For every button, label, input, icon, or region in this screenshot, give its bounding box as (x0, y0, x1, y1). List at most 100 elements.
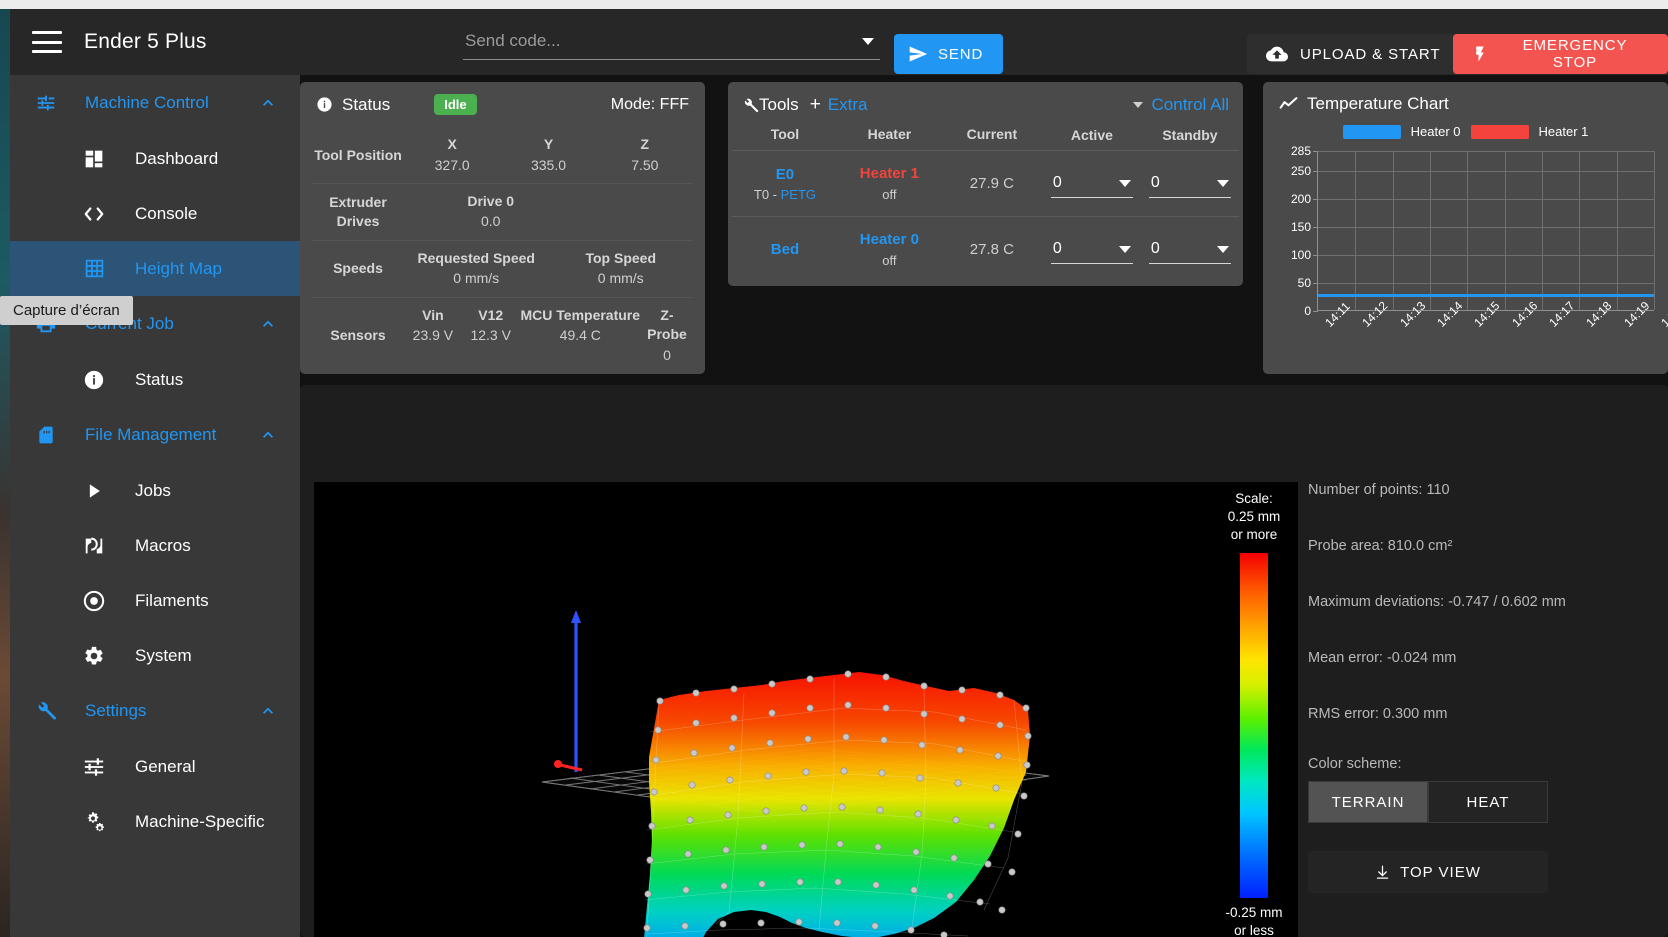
sidebar-item-machine-specific[interactable]: Machine-Specific (10, 794, 300, 849)
tool-filament-link[interactable]: PETG (781, 187, 816, 202)
sidebar-item-system[interactable]: System (10, 628, 300, 683)
sidebar-group-settings[interactable]: Settings (10, 683, 300, 739)
chevron-down-icon[interactable] (1132, 102, 1143, 108)
sidebar-item-label: Height Map (135, 258, 222, 278)
chart-x-tick-label: 14:12 (1359, 298, 1391, 330)
send-button[interactable]: SEND (894, 34, 1004, 74)
chevron-up-icon[interactable] (258, 701, 278, 721)
tools-col-active: Active (1070, 127, 1113, 143)
send-code-input[interactable] (463, 26, 880, 60)
chart-gridline-v (1430, 151, 1431, 310)
status-panel-header: Status Idle Mode: FFF (300, 82, 705, 123)
chevron-down-icon[interactable] (1216, 245, 1229, 253)
color-scheme-label: Color scheme: (1308, 756, 1402, 772)
legend-swatch-heater0[interactable] (1342, 124, 1401, 139)
status-cell-key: MCU Temperature (520, 306, 641, 323)
chevron-up-icon[interactable] (258, 425, 278, 445)
tool-name[interactable]: E0 (732, 166, 838, 183)
extra-link[interactable]: Extra (828, 95, 868, 115)
status-cell-key: Requested Speed (417, 249, 535, 266)
standby-temp-input[interactable]: 0 (1148, 236, 1231, 264)
dashboard-icon (72, 149, 116, 169)
chart-gridline-v (1504, 151, 1506, 310)
chevron-up-icon[interactable] (258, 93, 278, 113)
status-cell-value: 327.0 (434, 156, 470, 173)
chart-area: 0 50 100 150 200 250 285 14:11 14:12 14:13 14:14 14… (1273, 144, 1668, 347)
sidebar-item-console[interactable]: Console (10, 186, 300, 241)
chart-y-tick-mark (1313, 151, 1318, 152)
sidebar-item-status[interactable]: Status (10, 352, 300, 407)
chevron-down-icon[interactable] (1118, 179, 1131, 187)
chart-gridline-v (1542, 151, 1543, 310)
heater-current-temp: 27.8 C (969, 240, 1014, 258)
control-all-link[interactable]: Control All (1152, 95, 1229, 115)
status-row-extruder-drives: Extruder Drives Drive 0 0.0 (312, 182, 693, 240)
status-row-label: Speeds (333, 260, 383, 277)
active-temp-input[interactable]: 0 (1050, 236, 1133, 264)
sidebar-item-filaments[interactable]: Filaments (10, 573, 300, 628)
chart-x-tick-label: 14:18 (1583, 298, 1615, 330)
chart-gridline-h (1318, 170, 1654, 172)
sidebar-group-machine-control[interactable]: Machine Control (10, 75, 300, 131)
app-root: Ender 5 Plus SEND UPLOAD & START EMERGEN… (0, 0, 1668, 937)
temperature-chart-panel: Temperature Chart Heater 0 Heater 1 0 50 1… (1263, 82, 1668, 374)
sidebar-item-macros[interactable]: Macros (10, 518, 300, 573)
standby-temp-input[interactable]: 0 (1148, 170, 1231, 198)
heater-state: off (882, 253, 897, 268)
chart-y-tick-mark (1313, 311, 1318, 312)
chart-x-tick-label: 14:17 (1546, 298, 1578, 330)
sidebar-group-label: Machine Control (85, 93, 209, 112)
status-cell: Z 7.50 (597, 135, 693, 175)
sidebar-item-label: Console (135, 203, 198, 223)
chevron-down-icon[interactable] (1118, 245, 1131, 253)
sidebar-item-jobs[interactable]: Jobs (10, 463, 300, 518)
status-panel-title: Status (342, 94, 391, 114)
tool-name[interactable]: Bed (732, 241, 838, 258)
add-tool-icon[interactable]: + (810, 94, 821, 116)
status-cell-key: Y (543, 136, 554, 152)
height-map-3d-view[interactable]: Scale: 0.25 mm or more -0.25 mm or less … (314, 482, 1298, 937)
code-brackets-icon (72, 203, 116, 225)
legend-label-heater1: Heater 1 (1538, 124, 1589, 139)
chevron-down-icon[interactable] (862, 38, 874, 45)
status-badge: Idle (434, 94, 477, 115)
active-temp-input[interactable]: 0 (1050, 170, 1133, 198)
info-icon (316, 96, 333, 113)
status-cell: V12 12.3 V (462, 306, 520, 365)
color-scheme-toggle: TERRAIN HEAT (1308, 781, 1548, 823)
heater-name[interactable]: Heater 0 (838, 231, 941, 248)
sidebar-item-general[interactable]: General (10, 739, 300, 794)
emergency-stop-button[interactable]: EMERGENCY STOP (1453, 34, 1668, 74)
chevron-up-icon[interactable] (258, 314, 278, 334)
sidebar-item-label: Machine-Specific (135, 811, 265, 831)
chevron-down-icon[interactable] (1216, 179, 1229, 187)
top-view-label: TOP VIEW (1400, 863, 1481, 881)
legend-swatch-heater1[interactable] (1470, 124, 1529, 139)
stat-maximum-deviations: Maximum deviations: -0.747 / 0.602 mm (1308, 594, 1566, 610)
chart-plot[interactable]: 0 50 100 150 200 250 285 14:11 14:12 14:13 14:14 14… (1291, 144, 1668, 330)
sidebar-item-dashboard[interactable]: Dashboard (10, 131, 300, 186)
grid-icon (72, 258, 116, 279)
status-cell: Z-Probe 0 (641, 306, 693, 365)
gears-icon (72, 810, 116, 833)
color-scheme-terrain-button[interactable]: TERRAIN (1308, 781, 1428, 823)
top-view-button[interactable]: TOP VIEW (1308, 851, 1548, 893)
chart-gridline-v (1616, 151, 1618, 310)
height-map-stats: Number of points: 110 Probe area: 810.0 … (1308, 482, 1658, 893)
hamburger-icon[interactable] (32, 31, 62, 53)
status-row-label: Tool Position (314, 146, 402, 163)
status-cell-value: 0 mm/s (453, 270, 500, 287)
sidebar-group-file-management[interactable]: File Management (10, 407, 300, 463)
heater-name[interactable]: Heater 1 (838, 165, 941, 182)
active-temp-value: 0 (1052, 174, 1062, 191)
color-scheme-heat-button[interactable]: HEAT (1428, 781, 1548, 823)
send-code-field-wrap (463, 26, 880, 66)
sidebar-item-height-map[interactable]: Height Map (10, 241, 300, 296)
chart-gridline-h (1318, 254, 1654, 256)
chart-gridline-h (1318, 282, 1654, 284)
status-cell: Y 335.0 (500, 135, 596, 175)
filament-icon (72, 590, 116, 612)
info-icon (72, 369, 116, 391)
upload-and-start-button[interactable]: UPLOAD & START (1247, 34, 1460, 74)
wrench-icon (742, 97, 759, 114)
